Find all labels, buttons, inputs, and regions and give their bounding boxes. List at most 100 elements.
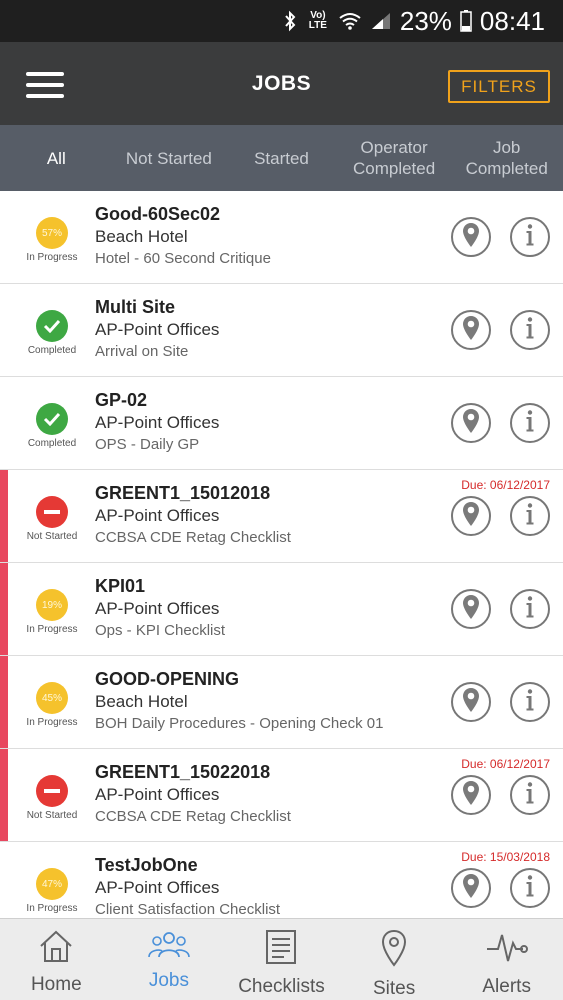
volte-icon: Vo) LTE xyxy=(306,10,330,32)
people-icon xyxy=(148,929,190,964)
location-button[interactable] xyxy=(451,868,491,908)
info-button[interactable] xyxy=(510,310,550,350)
location-button[interactable] xyxy=(451,589,491,629)
progress-badge: 19% xyxy=(36,589,68,621)
info-icon xyxy=(525,781,535,810)
map-pin-icon xyxy=(381,929,407,972)
nav-jobs[interactable]: Jobs xyxy=(113,919,226,1000)
job-status: Completed xyxy=(12,403,92,449)
location-button[interactable] xyxy=(451,310,491,350)
info-button[interactable] xyxy=(510,775,550,815)
location-button[interactable] xyxy=(451,217,491,257)
status-label: Not Started xyxy=(26,531,78,542)
job-checklist: Arrival on Site xyxy=(95,343,189,360)
nav-label: Home xyxy=(30,974,82,995)
check-icon xyxy=(36,403,68,435)
job-site: AP-Point Offices xyxy=(95,785,220,804)
bottom-nav: Home Jobs Checklists Sites Alerts xyxy=(0,918,563,1000)
job-checklist: Client Satisfaction Checklist xyxy=(95,901,281,918)
battery-icon xyxy=(460,10,472,32)
filters-button[interactable]: FILTERS xyxy=(448,70,550,103)
job-row[interactable]: 19% In Progress KPI01 AP-Point Offices O… xyxy=(0,563,563,656)
tab-label: Operator xyxy=(360,138,428,157)
job-status: 47% In Progress xyxy=(12,868,92,914)
info-button[interactable] xyxy=(510,217,550,257)
info-button[interactable] xyxy=(510,682,550,722)
pulse-icon xyxy=(486,929,528,970)
app-bar: JOBS FILTERS xyxy=(0,42,563,125)
location-button[interactable] xyxy=(451,403,491,443)
job-name: GREENT1_15022018 xyxy=(95,762,271,782)
info-icon xyxy=(525,409,535,438)
job-row[interactable]: Due: 06/12/2017 Not Started GREENT1_1501… xyxy=(0,470,563,563)
due-date: Due: 06/12/2017 xyxy=(461,478,550,492)
job-site: Beach Hotel xyxy=(95,692,188,711)
map-pin-icon xyxy=(462,780,480,811)
map-pin-icon xyxy=(462,873,480,904)
nav-checklists[interactable]: Checklists xyxy=(225,919,338,1000)
job-name: GOOD-OPENING xyxy=(95,669,240,689)
tab-operator-completed[interactable]: Operator Completed xyxy=(338,125,451,191)
info-button[interactable] xyxy=(510,868,550,908)
info-icon xyxy=(525,595,535,624)
map-pin-icon xyxy=(462,315,480,346)
job-site: AP-Point Offices xyxy=(95,878,220,897)
tab-label-line2: Completed xyxy=(465,159,548,178)
info-icon xyxy=(525,316,535,345)
tab-job-completed[interactable]: Job Completed xyxy=(450,125,563,191)
progress-badge: 47% xyxy=(36,868,68,900)
status-label: In Progress xyxy=(26,717,78,728)
progress-badge: 57% xyxy=(36,217,68,249)
minus-icon xyxy=(36,775,68,807)
info-icon xyxy=(525,502,535,531)
job-status: 45% In Progress xyxy=(12,682,92,728)
checklist-icon xyxy=(265,929,297,970)
info-icon xyxy=(525,874,535,903)
job-site: AP-Point Offices xyxy=(95,413,220,432)
status-label: In Progress xyxy=(26,903,78,914)
due-date: Due: 15/03/2018 xyxy=(461,850,550,864)
map-pin-icon xyxy=(462,687,480,718)
job-status: 19% In Progress xyxy=(12,589,92,635)
info-button[interactable] xyxy=(510,589,550,629)
info-icon xyxy=(525,223,535,252)
job-row[interactable]: Completed GP-02 AP-Point Offices OPS - D… xyxy=(0,377,563,470)
job-row[interactable]: Due: 06/12/2017 Not Started GREENT1_1502… xyxy=(0,749,563,842)
status-tabs: All Not Started Started Operator Complete… xyxy=(0,125,563,194)
tab-all[interactable]: All xyxy=(0,125,113,194)
job-checklist: CCBSA CDE Retag Checklist xyxy=(95,808,291,825)
job-site: Beach Hotel xyxy=(95,227,188,246)
nav-sites[interactable]: Sites xyxy=(338,919,451,1000)
due-date: Due: 06/12/2017 xyxy=(461,757,550,771)
job-name: Multi Site xyxy=(95,297,175,317)
tab-label: Not Started xyxy=(125,148,212,168)
location-button[interactable] xyxy=(451,775,491,815)
job-site: AP-Point Offices xyxy=(95,506,220,525)
wifi-icon xyxy=(338,10,362,32)
job-status: Not Started xyxy=(12,775,92,821)
tab-started[interactable]: Started xyxy=(225,125,338,191)
signal-icon xyxy=(370,10,392,32)
job-checklist: OPS - Daily GP xyxy=(95,436,200,453)
tab-label: All xyxy=(46,148,66,168)
job-row[interactable]: Due: 15/03/2018 47% In Progress TestJobO… xyxy=(0,842,563,918)
info-button[interactable] xyxy=(510,403,550,443)
job-name: GREENT1_15012018 xyxy=(95,483,271,503)
job-row[interactable]: Completed Multi Site AP-Point Offices Ar… xyxy=(0,284,563,377)
tab-not-started[interactable]: Not Started xyxy=(113,125,226,191)
check-icon xyxy=(36,310,68,342)
location-button[interactable] xyxy=(451,496,491,536)
nav-alerts[interactable]: Alerts xyxy=(450,919,563,1000)
job-row[interactable]: 57% In Progress Good-60Sec02 Beach Hotel… xyxy=(0,191,563,284)
job-name: Good-60Sec02 xyxy=(95,204,221,224)
job-name: GP-02 xyxy=(95,390,148,410)
job-checklist: BOH Daily Procedures - Opening Check 01 xyxy=(95,715,384,732)
nav-label: Sites xyxy=(372,978,416,999)
tab-label-line2: Completed xyxy=(352,159,436,178)
location-button[interactable] xyxy=(451,682,491,722)
nav-label: Checklists xyxy=(238,976,325,997)
nav-home[interactable]: Home xyxy=(0,919,113,1000)
nav-label: Jobs xyxy=(148,970,189,991)
info-button[interactable] xyxy=(510,496,550,536)
job-row[interactable]: 45% In Progress GOOD-OPENING Beach Hotel… xyxy=(0,656,563,749)
